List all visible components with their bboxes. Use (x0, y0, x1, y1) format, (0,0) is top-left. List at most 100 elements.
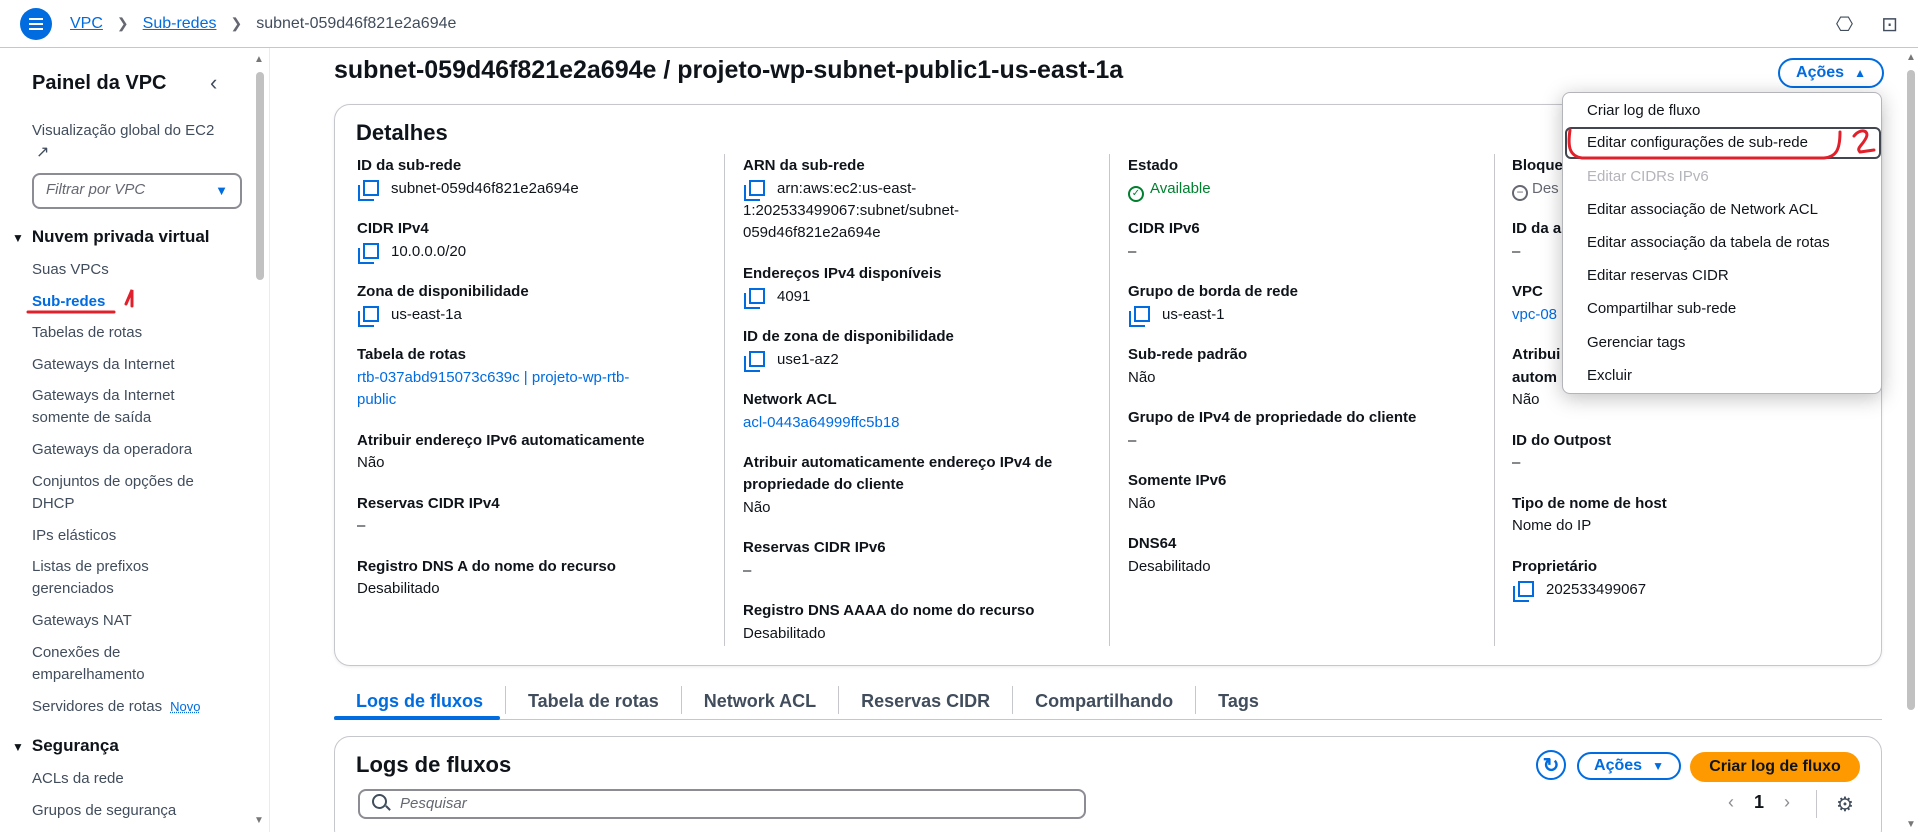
feedback-icon[interactable]: ⊡ (1881, 12, 1898, 37)
copy-icon[interactable] (749, 288, 765, 304)
menu-item-edit-route-table[interactable]: Editar associação da tabela de rotas (1587, 232, 1830, 254)
current-page[interactable]: 1 (1754, 792, 1764, 813)
attr-value: Não (1512, 391, 1540, 408)
search-input[interactable]: Pesquisar (358, 789, 1086, 819)
menu-item-create-flow-log[interactable]: Criar log de fluxo (1587, 100, 1700, 122)
tab-tags[interactable]: Tags (1196, 686, 1281, 714)
sidebar-item-elastic-ips[interactable]: IPs elásticos (32, 525, 212, 547)
menu-item-edit-network-acl[interactable]: Editar associação de Network ACL (1587, 199, 1818, 221)
create-flow-log-button[interactable]: Criar log de fluxo (1690, 752, 1860, 782)
pagination: ‹ 1 › (1728, 792, 1790, 813)
scroll-up-icon[interactable]: ▲ (1906, 52, 1916, 63)
vpc-link[interactable]: vpc-08 (1512, 304, 1557, 326)
state-label: Estado (1128, 157, 1179, 174)
arn-label: ARN da sub-rede (743, 157, 865, 174)
sidebar-item-peering[interactable]: Conexões de emparelhamento (32, 642, 212, 686)
breadcrumb: VPC ❯ Sub-redes ❯ subnet-059d46f821e2a69… (70, 15, 456, 33)
arn-value: arn:aws:ec2:us-east- (743, 178, 916, 200)
menu-item-share-subnet[interactable]: Compartilhar sub-rede (1587, 298, 1736, 320)
scroll-thumb[interactable] (256, 72, 264, 280)
previous-page-icon[interactable]: ‹ (1728, 792, 1734, 813)
owner-value: 202533499067 (1512, 579, 1646, 601)
tab-sharing[interactable]: Compartilhando (1013, 686, 1197, 714)
cidr-reservations-value: – (357, 517, 366, 534)
flow-logs-actions-button[interactable]: Ações ▼ (1577, 752, 1681, 780)
ec2-global-view-link[interactable]: Visualização global do EC2 (32, 120, 214, 142)
scroll-down-icon[interactable]: ▼ (254, 815, 264, 826)
ipv6-reservations-value: – (743, 562, 752, 579)
scroll-thumb[interactable] (1907, 70, 1915, 710)
copy-icon[interactable] (363, 243, 379, 259)
customer-pool-value: – (1128, 432, 1137, 449)
caret-down-icon: ▼ (12, 740, 24, 754)
ipv6-cidr-value: – (1128, 243, 1137, 260)
caret-up-icon: ▲ (1854, 66, 1866, 80)
column-divider (1109, 154, 1110, 646)
scroll-down-icon[interactable]: ▼ (1906, 819, 1916, 830)
breadcrumb-current: subnet-059d46f821e2a694e (256, 14, 457, 32)
copy-icon[interactable] (1134, 306, 1150, 322)
breadcrumb-vpc[interactable]: VPC (70, 15, 103, 33)
sidebar-item-egress-gateways[interactable]: Gateways da Internet somente de saída (32, 385, 212, 429)
next-page-icon[interactable]: › (1784, 792, 1790, 813)
sidebar-item-security-groups[interactable]: Grupos de segurança (32, 800, 212, 822)
network-acl-link[interactable]: acl-0443a64999ffc5b18 (743, 412, 900, 434)
scroll-up-icon[interactable]: ▲ (254, 54, 264, 65)
notifications-icon[interactable]: ⎔ (1836, 12, 1853, 37)
available-ips-value: 4091 (743, 286, 810, 308)
sidebar-section-vpc[interactable]: ▼ Nuvem privada virtual (12, 227, 210, 247)
chevron-right-icon: ❯ (116, 15, 129, 31)
search-icon (372, 794, 387, 809)
ipv6-auto-label: Atribuir endereço IPv6 automaticamente (357, 432, 645, 449)
menu-item-manage-tags[interactable]: Gerenciar tags (1587, 332, 1685, 354)
id-a-value: – (1512, 243, 1521, 260)
sidebar-item-dhcp-options[interactable]: Conjuntos de opções de DHCP (32, 471, 212, 515)
sidebar-item-route-tables[interactable]: Tabelas de rotas (32, 322, 212, 344)
annotation-mark-1 (26, 289, 134, 314)
sidebar-item-internet-gateways[interactable]: Gateways da Internet (32, 354, 212, 376)
copy-icon[interactable] (749, 351, 765, 367)
actions-button[interactable]: Ações ▲ (1778, 58, 1884, 88)
dns-a-label: Registro DNS A do nome do recurso (357, 558, 616, 575)
menu-item-delete[interactable]: Excluir (1587, 365, 1632, 387)
flow-logs-title: Logs de fluxos (356, 752, 512, 777)
copy-icon[interactable] (749, 180, 765, 196)
tab-flow-logs[interactable]: Logs de fluxos (334, 686, 507, 714)
az-id-label: ID de zona de disponibilidade (743, 328, 954, 345)
route-table-link-cont[interactable]: public (357, 389, 396, 411)
vpc-filter-select[interactable]: Filtrar por VPC ▼ (32, 173, 242, 209)
cidr-reservations-label: Reservas CIDR IPv4 (357, 495, 500, 512)
gear-icon[interactable]: ⚙ (1836, 792, 1854, 817)
menu-item-edit-cidr-reservations[interactable]: Editar reservas CIDR (1587, 265, 1729, 287)
sidebar-item-network-acls[interactable]: ACLs da rede (32, 768, 212, 790)
id-a-label: ID da a (1512, 220, 1562, 237)
copy-icon[interactable] (1518, 581, 1534, 597)
tab-network-acl[interactable]: Network ACL (682, 686, 840, 714)
tab-cidr-reservations[interactable]: Reservas CIDR (839, 686, 1014, 714)
default-subnet-label: Sub-rede padrão (1128, 346, 1248, 363)
breadcrumb-subnets[interactable]: Sub-redes (143, 15, 217, 33)
sidebar-item-nat-gateways[interactable]: Gateways NAT (32, 610, 212, 632)
menu-icon[interactable] (20, 7, 52, 40)
sidebar-item-carrier-gateways[interactable]: Gateways da operadora (32, 439, 212, 461)
copy-icon[interactable] (363, 180, 379, 196)
border-group-label: Grupo de borda de rede (1128, 283, 1299, 300)
collapse-sidebar-icon[interactable]: ‹ (210, 70, 217, 96)
route-table-link[interactable]: rtb-037abd915073c639c | projeto-wp-rtb- (357, 367, 629, 389)
outpost-value: – (1512, 454, 1521, 471)
external-link-icon[interactable]: ↗ (36, 142, 49, 162)
tab-route-table[interactable]: Tabela de rotas (506, 686, 682, 714)
dns-aaaa-value: Desabilitado (743, 625, 826, 642)
subnet-id-label: ID da sub-rede (357, 157, 462, 174)
refresh-icon[interactable]: ↻ (1536, 750, 1566, 780)
sidebar-item-prefix-lists[interactable]: Listas de prefixos gerenciados (32, 556, 212, 600)
copy-icon[interactable] (363, 306, 379, 322)
sidebar-scrollbar[interactable]: ▲ ▼ (254, 50, 266, 830)
main-scrollbar[interactable]: ▲ ▼ (1904, 50, 1918, 832)
cidr-value: 10.0.0.0/20 (357, 241, 466, 263)
menu-item-edit-ipv6-cidrs: Editar CIDRs IPv6 (1587, 168, 1709, 185)
sidebar-item-route-servers[interactable]: Servidores de rotas Novo (32, 696, 252, 718)
sidebar-section-security[interactable]: ▼ Segurança (12, 736, 119, 756)
arn-value-cont2: 059d46f821e2a694e (743, 224, 881, 241)
sidebar-item-your-vpcs[interactable]: Suas VPCs (32, 259, 212, 281)
